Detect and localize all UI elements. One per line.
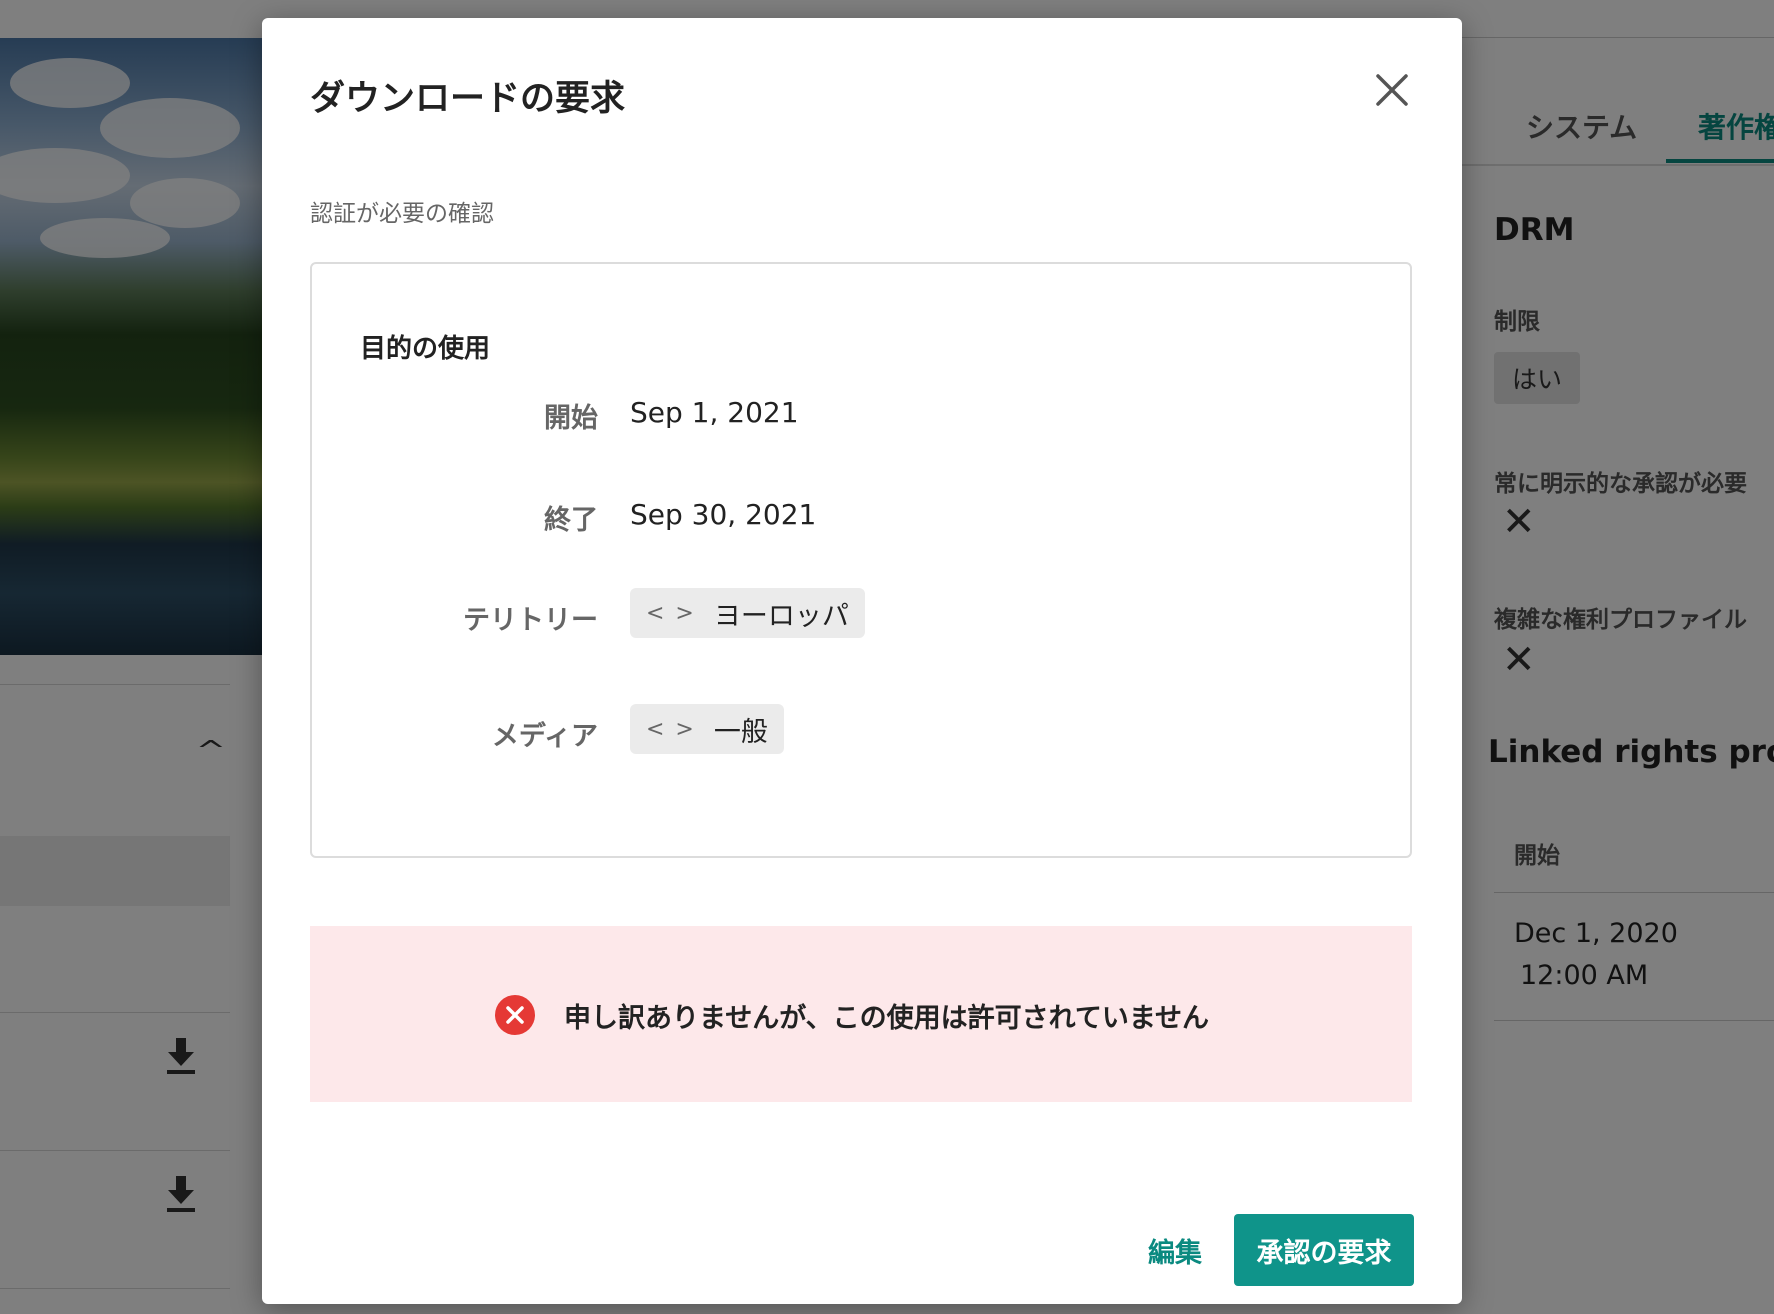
start-label: 開始 [544, 403, 598, 434]
territory-chip: < > ヨーロッパ [630, 588, 865, 638]
code-icon: < > [646, 600, 696, 626]
code-icon: < > [646, 716, 696, 742]
close-icon[interactable] [1370, 68, 1414, 112]
error-message: 申し訳ありませんが、この使用は許可されていません [564, 1003, 1210, 1034]
card-title: 目的の使用 [360, 334, 491, 364]
territory-value: ヨーロッパ [713, 600, 849, 632]
error-alert: 申し訳ありませんが、この使用は許可されていません [310, 926, 1412, 1102]
media-chip: < > 一般 [630, 704, 784, 754]
download-request-dialog: ダウンロードの要求 認証が必要の確認 目的の使用 開始 Sep 1, 2021 … [262, 18, 1462, 1304]
start-value: Sep 1, 2021 [630, 396, 799, 429]
edit-button[interactable]: 編集 [1120, 1214, 1230, 1286]
dialog-subtitle: 認証が必要の確認 [310, 201, 494, 227]
dialog-title: ダウンロードの要求 [310, 79, 626, 119]
end-value: Sep 30, 2021 [630, 498, 817, 531]
end-label: 終了 [544, 505, 598, 536]
territory-label: テリトリー [463, 605, 598, 636]
error-icon [495, 995, 535, 1035]
request-approval-button[interactable]: 承認の要求 [1234, 1214, 1414, 1286]
media-label: メディア [491, 721, 598, 752]
media-value: 一般 [713, 716, 768, 748]
intended-use-card: 目的の使用 開始 Sep 1, 2021 終了 Sep 30, 2021 テリト… [310, 262, 1412, 858]
